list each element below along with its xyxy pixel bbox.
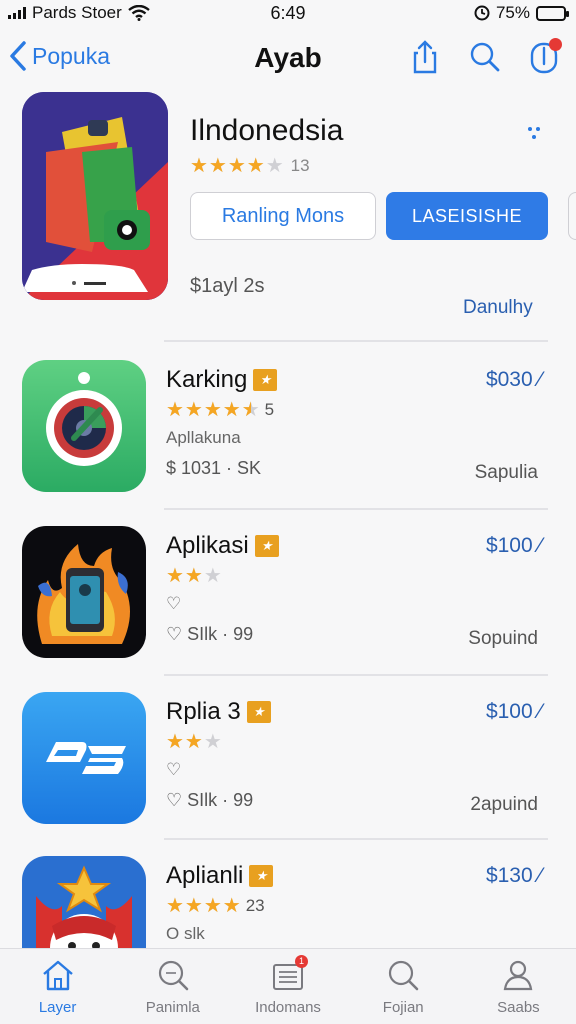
star-rating: ★★★★ ★★★★: [166, 895, 242, 917]
get-button[interactable]: 2apuind: [470, 794, 538, 816]
notification-badge: [549, 38, 562, 51]
star-rating: ★★★★★★★★★★: [190, 155, 285, 177]
alarm-icon: [474, 5, 490, 21]
primary-button[interactable]: LASEISISHE: [386, 192, 548, 240]
editor-badge-icon: ★: [254, 535, 279, 557]
app-category: Apllakuna: [166, 428, 241, 447]
app-icon: [22, 360, 146, 492]
app-price: $030 ⁄: [485, 368, 542, 391]
more-options-button[interactable]: [524, 122, 544, 150]
app-category: O slk: [166, 924, 205, 943]
list-item[interactable]: Rplia 3★ ★★★★★★ ♡ ♡ SIlk · 99 $100 ⁄ 2ap…: [0, 692, 576, 858]
app-name: Rplia 3: [166, 698, 241, 725]
home-icon: [40, 957, 76, 993]
app-rating: ★★★★ ★★★★ 23: [166, 896, 265, 916]
list-item[interactable]: Karking★ ★★★★★★★★★★5 Apllakuna $ 1031 · …: [0, 360, 576, 526]
divider: [164, 508, 548, 510]
tab-label: Panimla: [145, 999, 200, 1016]
app-size: $ 1031 · SK: [166, 458, 262, 478]
app-name-row: Aplianli ★: [166, 862, 274, 890]
camera-icon: [22, 360, 146, 492]
divider: [164, 340, 548, 342]
app-name: Aplianli: [166, 862, 244, 889]
app-name-row: Karking ★: [166, 366, 278, 394]
nav-actions: [408, 38, 562, 76]
get-button[interactable]: Sapulia: [475, 462, 538, 484]
star-rating: ★★★★★★: [166, 731, 223, 753]
tab-label: Saabs: [497, 999, 540, 1016]
editor-badge-icon: ★: [253, 369, 278, 391]
tab-label: Layer: [38, 999, 77, 1016]
tab-fojian[interactable]: Fojian: [346, 949, 461, 1024]
tab-layer[interactable]: Layer: [0, 949, 115, 1024]
app-price: $100 ⁄: [485, 534, 542, 557]
featured-price: $1ayl 2s: [190, 275, 265, 297]
tab-label: Indomans: [255, 999, 321, 1016]
app-name: Aplikasi: [166, 532, 249, 559]
app-category: ♡: [166, 760, 182, 779]
featured-app-icon[interactable]: [22, 92, 168, 300]
featured-app: Ilndonedsia ★★★★★★★★★★ 13 Ranling Mons L…: [0, 92, 576, 340]
status-bar: Pards Stoer 6:49 75%: [0, 0, 576, 26]
search-button[interactable]: [468, 38, 502, 76]
tab-badge: 1: [295, 955, 308, 968]
get-button[interactable]: Sopuind: [468, 628, 538, 650]
share-button[interactable]: [408, 38, 442, 76]
app-icon: [22, 526, 146, 658]
app-rating: ★★★★★★: [166, 566, 223, 586]
tab-panimla[interactable]: Panimla: [115, 949, 230, 1024]
updates-button[interactable]: [528, 38, 562, 76]
featured-rating: ★★★★★★★★★★ 13: [190, 156, 310, 176]
editor-badge-icon: ★: [246, 701, 271, 723]
phone-fire-icon: [22, 526, 146, 658]
rating-count: 13: [290, 156, 310, 175]
rating-count: 23: [245, 896, 265, 915]
featured-get-button[interactable]: Danulhy: [463, 297, 533, 319]
logo-icon: [22, 692, 146, 824]
battery-icon: [536, 5, 569, 21]
tab-label: Fojian: [382, 999, 424, 1016]
featured-app-title: Ilndonedsia: [190, 114, 344, 147]
editor-badge-icon: ★: [249, 865, 274, 887]
star-rating: ★★★★★★: [166, 565, 223, 587]
app-price: $100 ⁄: [485, 700, 542, 723]
app-name-row: Rplia 3 ★: [166, 698, 271, 726]
list-item[interactable]: Aplikasi★ ★★★★★★ ♡ ♡ SIlk · 99 $100 ⁄ So…: [0, 526, 576, 692]
list-icon: 1: [270, 955, 308, 993]
app-price: $130 ⁄: [485, 864, 542, 887]
clipped-button[interactable]: [568, 192, 576, 240]
search-icon: [470, 42, 500, 72]
more-icon: [528, 127, 540, 139]
rating-count: 5: [264, 400, 275, 419]
search-icon: [155, 957, 191, 993]
app-size: ♡ SIlk · 99: [166, 624, 254, 644]
divider: [164, 838, 548, 840]
tab-bar: Layer Panimla 1 Indomans Fojian Saabs: [0, 948, 576, 1024]
app-category: ♡: [166, 594, 182, 613]
battery-percent: 75%: [495, 3, 530, 22]
app-icon: [22, 692, 146, 824]
person-icon: [500, 957, 536, 993]
app-size: ♡ SIlk · 99: [166, 790, 254, 810]
status-right: 75%: [474, 3, 569, 23]
tab-saabs[interactable]: Saabs: [461, 949, 576, 1024]
tab-indomans[interactable]: 1 Indomans: [230, 949, 345, 1024]
share-icon: [413, 40, 437, 74]
secondary-button[interactable]: Ranling Mons: [190, 192, 376, 240]
nav-bar: Popuka Ayab: [0, 30, 576, 90]
app-artwork: [22, 92, 168, 300]
divider: [164, 674, 548, 676]
app-rating: ★★★★★★: [166, 732, 223, 752]
star-rating: ★★★★★★★★★★: [166, 399, 261, 421]
search-icon: [385, 957, 421, 993]
app-name-row: Aplikasi ★: [166, 532, 279, 560]
app-rating: ★★★★★★★★★★5: [166, 400, 274, 420]
app-name: Karking: [166, 366, 248, 393]
